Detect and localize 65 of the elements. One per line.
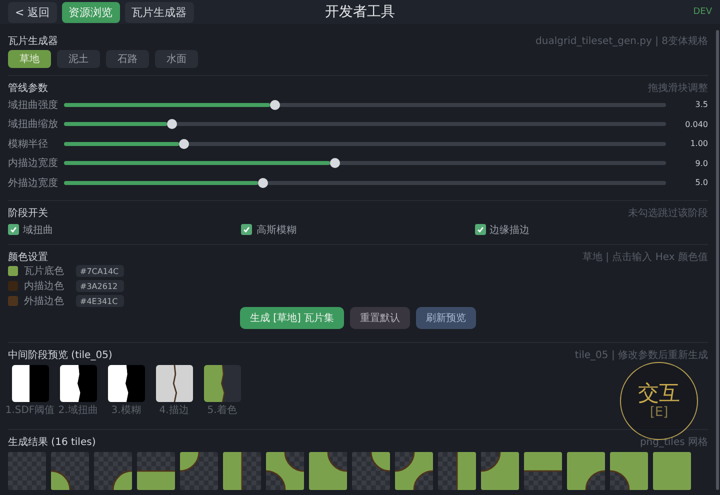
hex-input[interactable]: #4E341C [76,295,124,307]
slider[interactable] [64,122,666,126]
stage-label: 3.模糊 [111,404,141,416]
slider-label: 外描边宽度 [8,176,59,190]
stage-label: 4.描边 [159,404,189,416]
color-label: 外描边色 [24,294,65,308]
interact-label: 交互 [638,382,680,406]
checkbox-label: 高斯模糊 [256,224,296,236]
color-label: 内描边色 [24,280,65,293]
checkbox[interactable] [474,224,486,235]
action-button[interactable]: 重置默认 [350,306,410,328]
slider-value: 3.5 [694,100,708,110]
color-label: 瓦片底色 [24,264,65,278]
key-hint: [E] [650,405,668,420]
preset-button[interactable]: 水面 [155,50,198,68]
slider-value: 5.0 [694,178,708,188]
slider[interactable] [64,142,666,146]
hint-text: 未勾选跳过该阶段 [628,206,708,220]
stage-label: 1.SDF阈值 [5,404,55,416]
slider-thumb[interactable] [258,178,268,188]
scrollbar[interactable] [716,30,719,490]
hint-text: dualgrid_tileset_gen.py | 8变体规格 [536,34,708,48]
slider[interactable] [64,102,666,107]
back-button[interactable]: < 返回 [8,2,57,22]
section-title: 管线参数 [8,82,48,95]
section-title: 生成结果 (16 tiles) [8,436,96,448]
stage-label: 2.域扭曲 [58,404,98,416]
action-button[interactable]: 刷新预览 [416,306,476,328]
checkbox[interactable] [241,224,252,235]
hint-text: 拖拽滑块调整 [648,82,708,95]
slider-value: 0.040 [684,120,708,129]
slider[interactable] [64,161,666,166]
checkbox-label: 边缘描边 [490,224,530,236]
checkbox-label: 域扭曲 [23,224,53,236]
slider-value: 1.00 [689,139,708,148]
tab[interactable]: 瓦片生成器 [124,2,194,22]
hex-input[interactable]: #7CA14C [76,265,124,277]
stage-label: 5.着色 [207,404,237,416]
slider-value: 9.0 [694,158,708,168]
slider[interactable] [64,180,666,185]
window-title: 开发者工具 [325,3,395,21]
tab[interactable]: 资源浏览 [62,2,120,22]
slider-label: 模糊半径 [8,138,49,151]
slider-thumb[interactable] [179,138,190,149]
color-swatch[interactable] [8,296,18,306]
color-swatch[interactable] [8,281,18,291]
preset-button[interactable]: 石路 [106,50,149,68]
slider-thumb[interactable] [330,158,340,168]
section-title: 颜色设置 [8,250,48,264]
slider-label: 域扭曲强度 [8,98,59,112]
hex-input[interactable]: #3A2612 [76,280,124,292]
hint-text: 草地 | 点击输入 Hex 颜色值 [582,250,708,264]
hint-text: tile_05 | 修改参数后重新生成 [574,348,708,362]
slider-thumb[interactable] [270,100,280,110]
dev-label: DEV [693,7,712,17]
checkbox[interactable] [8,224,19,235]
section-title: 中间阶段预览 (tile_05) [8,348,112,362]
slider-label: 域扭曲缩放 [8,118,59,132]
color-swatch[interactable] [8,266,18,276]
section-title: 阶段开关 [8,206,48,220]
slider-label: 内描边宽度 [8,156,59,170]
section-title: 瓦片生成器 [8,34,58,48]
action-button[interactable]: 生成 [草地] 瓦片集 [240,306,344,328]
slider-thumb[interactable] [167,119,178,130]
preset-button[interactable]: 泥土 [57,50,100,68]
